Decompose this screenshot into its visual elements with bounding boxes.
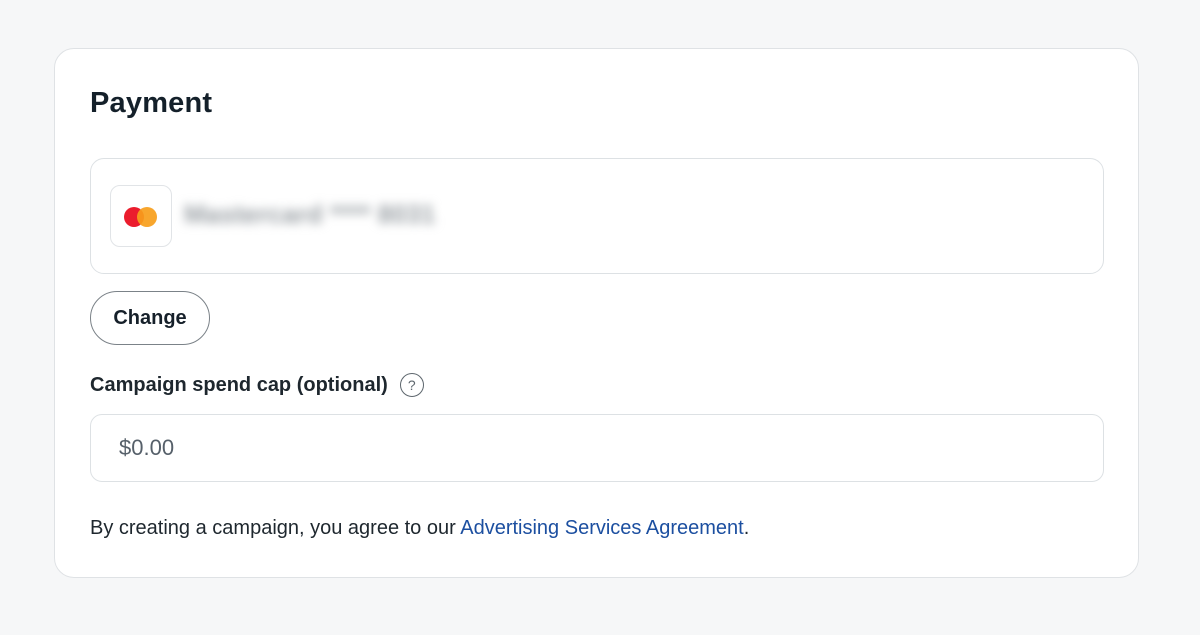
- payment-card: Payment Mastercard **** 8031 Change Camp…: [54, 48, 1139, 578]
- agreement-text: By creating a campaign, you agree to our…: [90, 517, 749, 540]
- spend-cap-input[interactable]: [90, 414, 1104, 482]
- question-circle-icon[interactable]: ?: [399, 373, 424, 397]
- mastercard-logo-icon: [110, 185, 172, 247]
- spend-cap-label: Campaign spend cap (optional): [90, 373, 388, 396]
- payment-method-label: Mastercard **** 8031: [184, 199, 436, 229]
- advertising-agreement-link[interactable]: Advertising Services Agreement: [460, 517, 743, 539]
- change-payment-button[interactable]: Change: [90, 291, 210, 345]
- payment-title: Payment: [90, 87, 213, 119]
- payment-method-box: Mastercard **** 8031: [90, 158, 1104, 274]
- mastercard-orange-circle: [137, 207, 157, 227]
- spend-cap-label-row: Campaign spend cap (optional) ?: [90, 373, 424, 397]
- agreement-prefix: By creating a campaign, you agree to our: [90, 517, 461, 539]
- agreement-suffix: .: [743, 517, 750, 539]
